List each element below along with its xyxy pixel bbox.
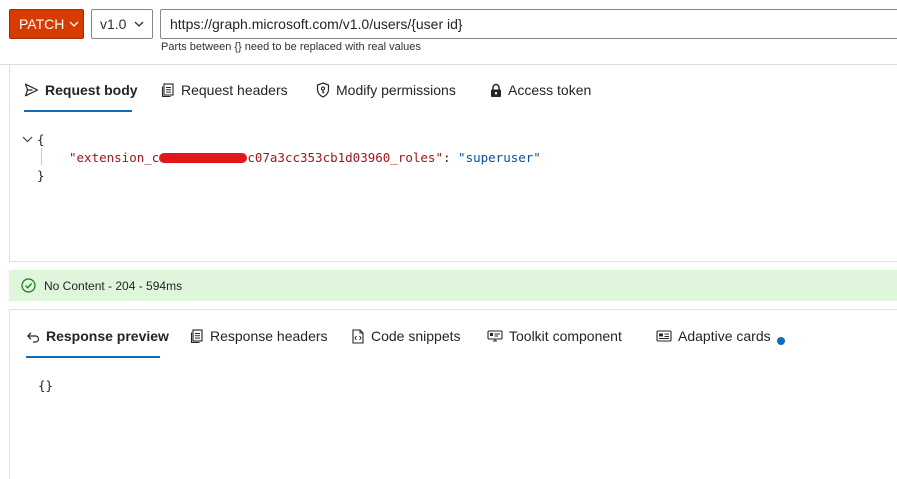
response-panel: Response preview Response headers Code s… <box>9 309 897 479</box>
tab-label: Toolkit component <box>509 328 622 344</box>
indent-guide <box>41 148 42 165</box>
json-separator: : <box>442 150 459 165</box>
api-version-dropdown[interactable]: v1.0 <box>91 9 153 39</box>
json-key-suffix: c07a3cc353cb1d03960_roles" <box>247 150 443 165</box>
lock-icon <box>491 83 501 97</box>
status-text: No Content - 204 - 594ms <box>44 278 183 293</box>
redaction-mark <box>159 152 248 163</box>
chevron-down-icon <box>135 21 144 27</box>
tab-code-snippets[interactable]: Code snippets <box>351 328 461 344</box>
active-tab-indicator <box>26 356 160 358</box>
json-value: "superuser" <box>458 150 541 165</box>
tab-label: Response preview <box>46 328 169 344</box>
request-body-editor[interactable]: { "extension_c c07a3cc353cb1d03960_roles"… <box>21 131 897 191</box>
card-icon <box>656 330 672 342</box>
json-close-brace: } <box>37 168 45 183</box>
chevron-down-icon[interactable] <box>22 136 33 143</box>
tab-label: Request headers <box>181 82 288 98</box>
tab-modify-permissions[interactable]: Modify permissions <box>316 82 456 98</box>
shield-key-icon <box>316 82 330 98</box>
tab-label: Response headers <box>210 328 328 344</box>
document-icon <box>161 82 174 97</box>
json-open-brace: { <box>37 132 45 147</box>
response-body-text: {} <box>38 378 54 393</box>
code-document-icon <box>352 328 364 344</box>
tab-label: Request body <box>45 82 138 98</box>
tab-label: Adaptive cards <box>678 328 771 344</box>
tab-response-preview[interactable]: Response preview <box>26 328 169 344</box>
tab-label: Modify permissions <box>336 82 456 98</box>
tab-request-headers[interactable]: Request headers <box>161 82 288 98</box>
http-method-dropdown[interactable]: PATCH <box>9 9 84 39</box>
http-method-label: PATCH <box>19 16 65 32</box>
tab-toolkit-component[interactable]: Toolkit component <box>487 328 622 344</box>
api-version-label: v1.0 <box>100 16 127 32</box>
toolkit-icon <box>487 329 503 341</box>
tab-label: Access token <box>508 82 592 98</box>
check-circle-icon <box>21 278 36 293</box>
document-icon <box>190 328 203 343</box>
tab-adaptive-cards[interactable]: Adaptive cards <box>656 328 771 344</box>
tab-label: Code snippets <box>371 328 461 344</box>
tab-access-token[interactable]: Access token <box>490 82 591 98</box>
tab-response-headers[interactable]: Response headers <box>190 328 328 344</box>
new-badge-dot <box>777 337 785 345</box>
response-status-bar: No Content - 204 - 594ms <box>9 270 897 301</box>
request-url-input[interactable] <box>160 9 897 39</box>
send-icon <box>24 83 39 97</box>
undo-arrow-icon <box>26 331 40 343</box>
url-hint: Parts between {} need to be replaced wit… <box>161 41 421 53</box>
json-key-prefix: "extension_c <box>69 150 160 165</box>
chevron-down-icon <box>69 21 79 27</box>
json-line: "extension_c c07a3cc353cb1d03960_roles": … <box>69 150 541 165</box>
active-tab-indicator <box>24 110 132 112</box>
tab-request-body[interactable]: Request body <box>24 82 138 98</box>
request-panel: Request body Request headers Modify perm… <box>9 65 897 262</box>
